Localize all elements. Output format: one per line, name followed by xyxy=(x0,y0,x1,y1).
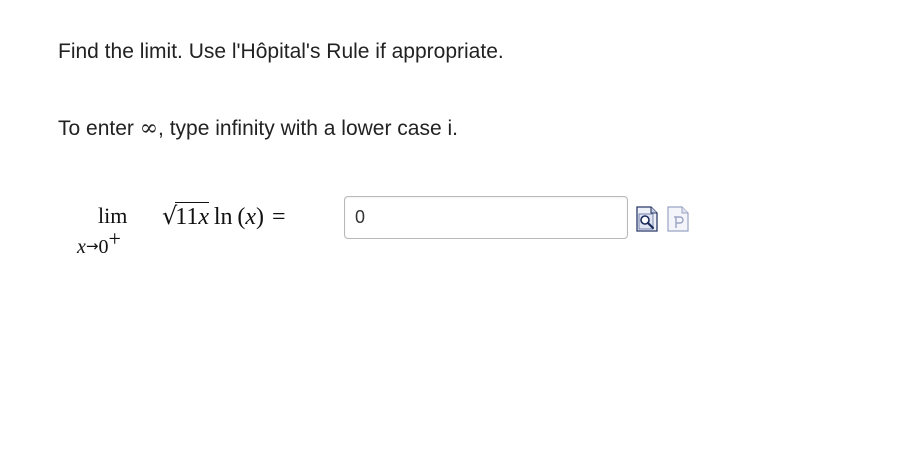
hint-text-after: , type infinity with a lower case i. xyxy=(158,117,459,140)
infinity-symbol: ∞ xyxy=(139,116,159,141)
limit-expression: √11x ln (x) = xyxy=(162,202,286,231)
close-paren: ) xyxy=(256,204,265,230)
log-argument: x xyxy=(245,204,257,230)
limit-arrow: → xyxy=(85,237,99,255)
limit-direction: + xyxy=(108,226,121,251)
limit-subscript: x→0+ xyxy=(77,226,121,259)
radicand-variable: x xyxy=(198,204,210,230)
hint-text-before: To enter xyxy=(58,117,140,140)
question-instruction: Find the limit. Use l'Hôpital's Rule if … xyxy=(58,40,504,63)
preview-answer-icon[interactable] xyxy=(636,206,658,232)
radicand-coefficient: 11 xyxy=(175,204,199,230)
radicand: 11x xyxy=(175,202,210,230)
limit-variable: x xyxy=(77,236,86,258)
answer-input[interactable] xyxy=(344,196,628,239)
natural-log: ln xyxy=(213,204,233,230)
math-palette-icon[interactable] xyxy=(667,206,689,232)
limit-value: 0 xyxy=(98,236,109,258)
infinity-hint: To enter ∞, type infinity with a lower c… xyxy=(58,117,458,141)
equals-sign: = xyxy=(272,204,286,230)
